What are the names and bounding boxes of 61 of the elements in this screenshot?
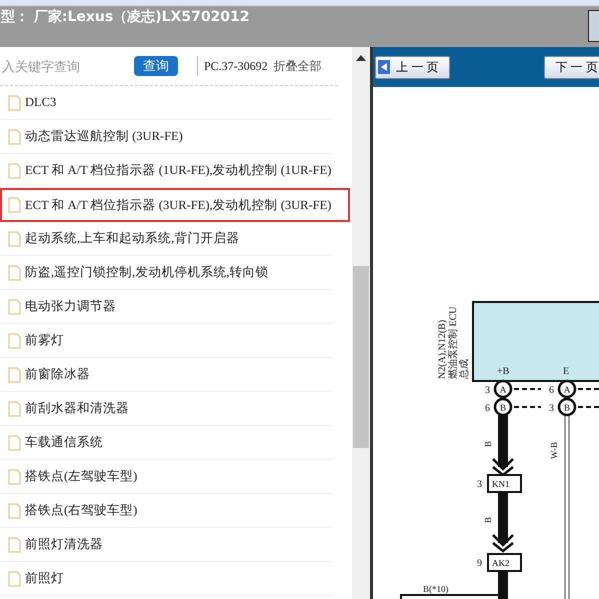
document-icon — [8, 94, 21, 110]
document-icon — [8, 264, 21, 280]
list-item[interactable]: DLC3 — [0, 86, 332, 120]
list-item[interactable]: ECT 和 A/T 档位指示器 (1UR-FE),发动机控制 (1UR-FE) — [0, 154, 332, 188]
list-item[interactable]: 前窗除冰器 — [0, 358, 332, 392]
pin-number: 3 — [485, 385, 490, 396]
document-icon — [8, 502, 21, 518]
search-button[interactable]: 查询 — [134, 56, 178, 76]
document-icon — [8, 570, 21, 586]
connector-name: AK2 — [492, 558, 510, 568]
document-icon — [8, 468, 21, 484]
document-icon — [8, 230, 21, 246]
list-item[interactable]: 起动系统,上车和起动系统,背门开启器 — [0, 222, 332, 256]
pin-number: 6 — [549, 385, 554, 396]
document-icon — [8, 197, 21, 213]
connector-name: KN1 — [492, 479, 510, 489]
pin-number: 6 — [485, 403, 490, 414]
code-label: PC.37-30692 — [204, 58, 268, 74]
wire-color-label: W-B — [549, 442, 559, 459]
branch-label: B(*10) — [423, 584, 448, 594]
list-item[interactable]: 动态雷达巡航控制 (3UR-FE) — [0, 120, 332, 154]
scrollbar[interactable] — [352, 47, 370, 599]
scroll-up-icon[interactable] — [356, 55, 366, 61]
list-item[interactable]: 防盗,遥控门锁控制,发动机停机系统,转向锁 — [0, 256, 332, 290]
list-item[interactable]: 前照灯 — [0, 562, 332, 596]
collapse-all-link[interactable]: 折叠全部 — [274, 58, 322, 74]
list-item[interactable]: 前刮水器和清洗器 — [0, 392, 332, 426]
pin-letter: B — [564, 402, 570, 412]
list-item[interactable]: 搭铁点(右驾驶车型) — [0, 494, 332, 528]
component-label: N2(A),N12(B) 燃油泵控制 ECU 总成 — [437, 306, 470, 379]
pin-letter: A — [500, 384, 506, 394]
terminal-label: +B — [497, 366, 510, 377]
scroll-thumb[interactable] — [353, 266, 369, 448]
pin-number: 3 — [549, 403, 554, 414]
previous-page-button[interactable]: 上 一 页 — [375, 56, 450, 78]
list-item[interactable]: 电动张力调节器 — [0, 290, 332, 324]
wire-color-label: B — [483, 440, 493, 447]
list-item[interactable]: 前照灯清洗器 — [0, 528, 332, 562]
document-icon — [8, 162, 21, 178]
list-item[interactable]: 前雾灯 — [0, 324, 332, 358]
window-title: 型： 厂家:Lexus（凌志)LX5702012 — [1, 8, 250, 26]
list-item[interactable]: ECT 和 A/T 档位指示器 (3UR-FE),发动机控制 (3UR-FE) — [0, 188, 350, 222]
document-icon — [8, 332, 21, 348]
document-icon — [8, 128, 21, 144]
document-icon — [8, 400, 21, 416]
search-field[interactable]: 入关键字查询 — [2, 58, 130, 74]
document-icon — [8, 366, 21, 382]
pin-letter: B — [500, 402, 506, 412]
window-button[interactable] — [588, 10, 599, 42]
document-icon — [8, 298, 21, 314]
list-item[interactable]: 搭铁点(左驾驶车型) — [0, 460, 332, 494]
list-item[interactable]: 车载通信系统 — [0, 426, 332, 460]
terminal-label: E — [563, 366, 570, 377]
document-icon — [8, 536, 21, 552]
document-icon — [8, 434, 21, 450]
connector-number: 3 — [477, 479, 482, 490]
left-arrow-icon — [378, 60, 390, 74]
connector-number: 9 — [477, 558, 482, 569]
next-page-button[interactable]: 下 一 页 — [544, 56, 599, 78]
pin-letter: A — [564, 384, 570, 394]
wire-color-label: B — [483, 516, 493, 523]
